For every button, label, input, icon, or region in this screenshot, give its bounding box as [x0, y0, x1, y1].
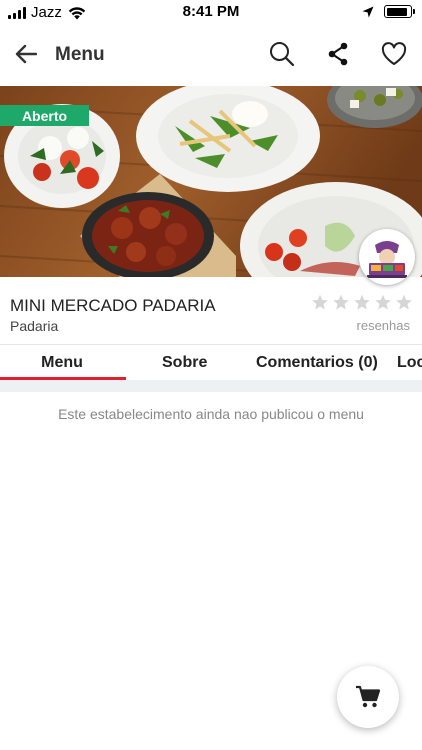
store-logo[interactable]	[359, 229, 415, 285]
battery-level	[386, 7, 408, 16]
search-icon	[270, 42, 295, 67]
app-header: Menu	[0, 24, 422, 86]
status-time: 8:41 PM	[182, 3, 240, 20]
reviews-link[interactable]: resenhas	[357, 318, 410, 333]
store-logo-illustration	[361, 231, 413, 283]
share-icon	[328, 42, 348, 66]
share-button[interactable]	[324, 40, 352, 68]
store-name: MINI MERCADO PADARIA	[10, 296, 216, 315]
empty-menu-message: Este estabelecimento ainda nao publicou …	[58, 406, 364, 422]
star-icon	[354, 294, 370, 310]
tab-bar: Menu Sobre Comentarios (0) Loc	[0, 344, 422, 381]
battery-icon	[384, 5, 415, 18]
heart-icon	[381, 42, 407, 65]
page-title: Menu	[55, 44, 105, 65]
back-arrow-icon	[15, 44, 37, 64]
tab-sobre[interactable]: Sobre	[162, 345, 207, 381]
status-bar-right	[362, 5, 415, 18]
section-divider	[0, 380, 422, 392]
favorite-button[interactable]	[380, 40, 408, 68]
status-bar: Jazz 8:41 PM	[0, 0, 422, 24]
search-button[interactable]	[268, 40, 296, 68]
cart-icon	[356, 685, 381, 708]
tab-comments[interactable]: Comentarios (0)	[256, 345, 378, 381]
tab-location[interactable]: Loc	[397, 345, 422, 381]
status-badge: Aberto	[0, 105, 89, 126]
back-button[interactable]	[12, 40, 40, 68]
rating-stars[interactable]	[311, 294, 413, 311]
cart-button[interactable]	[337, 666, 399, 728]
tab-menu[interactable]: Menu	[0, 345, 124, 381]
location-arrow-icon	[362, 6, 374, 17]
star-icon	[396, 294, 412, 310]
store-category: Padaria	[10, 318, 59, 334]
star-icon	[312, 294, 328, 310]
star-icon	[333, 294, 349, 310]
star-icon	[375, 294, 391, 310]
